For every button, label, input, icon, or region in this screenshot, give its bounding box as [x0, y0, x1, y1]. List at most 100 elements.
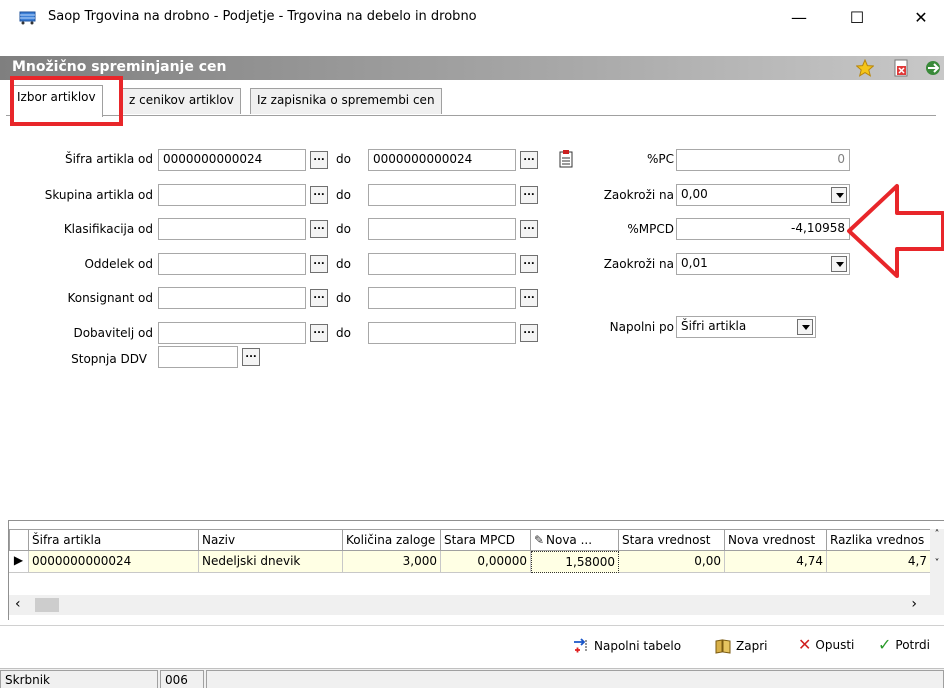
skupina-to-lookup-button[interactable]: ... — [520, 186, 538, 204]
scroll-right-icon[interactable]: › — [911, 596, 917, 612]
sifra-to-input[interactable]: 0000000000024 — [368, 149, 516, 171]
oddelek-to-input[interactable] — [368, 253, 516, 275]
sifra-to-lookup-button[interactable]: ... — [520, 151, 538, 169]
vertical-scrollbar[interactable]: ˄ ˅ — [930, 529, 944, 595]
fill-table-icon — [574, 638, 587, 653]
tab-zapisnik[interactable]: Iz zapisnika o spremembi cen — [250, 88, 442, 114]
cell-stara-mpcd[interactable]: 0,00000 — [441, 551, 531, 573]
label-pc: %PC — [646, 152, 674, 166]
scroll-thumb[interactable] — [35, 598, 59, 612]
col-header-nova-vrednost[interactable]: Nova vrednost — [725, 529, 827, 551]
col-header-razlika[interactable]: Razlika vrednos — [827, 529, 931, 551]
zaokrozi-pc-value: 0,00 — [681, 187, 708, 201]
oddelek-from-lookup-button[interactable]: ... — [310, 255, 328, 273]
pc-input[interactable]: 0 — [676, 149, 850, 171]
checkmark-icon: ✓ — [878, 635, 892, 654]
horizontal-scrollbar[interactable]: ‹ › — [9, 595, 944, 615]
cell-naziv[interactable]: Nedeljski dnevik — [199, 551, 343, 573]
stopnja-ddv-lookup-button[interactable]: ... — [242, 348, 260, 366]
dobavitelj-from-input[interactable] — [158, 322, 306, 344]
zaokrozi-mpcd-value: 0,01 — [681, 256, 708, 270]
form-header: Množično spreminjanje cen — [0, 56, 944, 80]
label-skupina-artikla: Skupina artikla od — [44, 188, 153, 202]
zapri-label: Zapri — [736, 639, 768, 653]
col-header-sifra[interactable]: Šifra artikla — [29, 529, 199, 551]
cell-sifra[interactable]: 0000000000024 — [29, 551, 199, 573]
clipboard-icon[interactable] — [558, 149, 576, 169]
opusti-button[interactable]: ✕ Opusti — [798, 637, 855, 653]
mpcd-input[interactable]: -4,10958 — [676, 218, 850, 240]
cart-app-icon — [19, 11, 36, 25]
stopnja-ddv-input[interactable] — [158, 346, 238, 368]
konsignant-to-lookup-button[interactable]: ... — [520, 289, 538, 307]
delete-document-icon[interactable] — [892, 59, 910, 77]
klasifikacija-from-lookup-button[interactable]: ... — [310, 220, 328, 238]
zapri-button[interactable]: Zapri — [714, 638, 767, 654]
close-button[interactable]: ✕ — [898, 0, 944, 34]
konsignant-from-lookup-button[interactable]: ... — [310, 289, 328, 307]
klasifikacija-to-lookup-button[interactable]: ... — [520, 220, 538, 238]
napolni-tabelo-button[interactable]: Napolni tabelo — [572, 638, 681, 654]
grid-header: Šifra artikla Naziv Količina zaloge Star… — [9, 529, 944, 551]
dobavitelj-to-lookup-button[interactable]: ... — [520, 324, 538, 342]
klasifikacija-from-input[interactable] — [158, 218, 306, 240]
maximize-button[interactable]: ☐ — [834, 0, 880, 34]
col-header-stara-mpcd[interactable]: Stara MPCD — [441, 529, 531, 551]
cell-nova[interactable]: 1,58000 — [531, 551, 619, 573]
exit-icon[interactable] — [924, 59, 942, 77]
tab-cenikov-artiklov[interactable]: z cenikov artiklov — [122, 88, 241, 114]
status-user: Skrbnik — [0, 670, 158, 688]
dobavitelj-from-lookup-button[interactable]: ... — [310, 324, 328, 342]
napolni-po-select[interactable]: Šifri artikla — [676, 316, 816, 338]
napolni-tabelo-label: Napolni tabelo — [594, 639, 682, 653]
dobavitelj-to-input[interactable] — [368, 322, 516, 344]
cell-stara-vrednost[interactable]: 0,00 — [619, 551, 725, 573]
chevron-down-icon[interactable] — [797, 319, 813, 335]
label-napolni-po: Napolni po — [609, 320, 674, 334]
sifra-from-input[interactable]: 0000000000024 — [158, 149, 306, 171]
scroll-left-icon[interactable]: ‹ — [15, 596, 21, 612]
konsignant-from-input[interactable] — [158, 287, 306, 309]
scroll-up-icon[interactable]: ˄ — [930, 529, 944, 540]
cell-kolicina[interactable]: 3,000 — [343, 551, 441, 573]
cell-razlika[interactable]: 4,7 — [827, 551, 931, 573]
zaokrozi-pc-select[interactable]: 0,00 — [676, 184, 850, 206]
label-do: do — [336, 152, 351, 166]
konsignant-to-input[interactable] — [368, 287, 516, 309]
label-zaokrozi-na: Zaokroži na — [603, 257, 674, 271]
zaokrozi-mpcd-select[interactable]: 0,01 — [676, 253, 850, 275]
oddelek-to-lookup-button[interactable]: ... — [520, 255, 538, 273]
label-do: do — [336, 188, 351, 202]
scroll-down-icon[interactable]: ˅ — [930, 558, 944, 569]
label-do: do — [336, 291, 351, 305]
label-konsignant: Konsignant od — [67, 291, 153, 305]
col-header-stara-vrednost[interactable]: Stara vrednost — [619, 529, 725, 551]
col-header-naziv[interactable]: Naziv — [199, 529, 343, 551]
label-do: do — [336, 222, 351, 236]
col-header-nova[interactable]: ✎ Nova ... — [531, 529, 619, 551]
skupina-from-lookup-button[interactable]: ... — [310, 186, 328, 204]
highlight-annotation — [10, 76, 123, 126]
label-dobavitelj: Dobavitelj od — [73, 326, 153, 340]
label-stopnja-ddv: Stopnja DDV — [71, 352, 147, 366]
col-header-nova-label: Nova ... — [546, 533, 593, 547]
potrdi-button[interactable]: ✓ Potrdi — [878, 635, 930, 654]
row-indicator-header — [9, 529, 29, 551]
star-icon[interactable] — [856, 59, 874, 77]
articles-grid: Šifra artikla Naziv Količina zaloge Star… — [8, 520, 944, 620]
label-oddelek: Oddelek od — [84, 257, 153, 271]
book-icon — [715, 639, 731, 654]
skupina-from-input[interactable] — [158, 184, 306, 206]
col-header-kolicina[interactable]: Količina zaloge — [343, 529, 441, 551]
table-row[interactable]: ▶ 0000000000024 Nedeljski dnevik 3,000 0… — [9, 551, 944, 573]
minimize-button[interactable]: — — [776, 0, 822, 34]
sifra-from-lookup-button[interactable]: ... — [310, 151, 328, 169]
label-zaokrozi-na: Zaokroži na — [603, 188, 674, 202]
label-do: do — [336, 326, 351, 340]
skupina-to-input[interactable] — [368, 184, 516, 206]
tab-strip: Izbor artiklov z cenikov artiklov Iz zap… — [6, 82, 936, 117]
oddelek-from-input[interactable] — [158, 253, 306, 275]
cell-nova-vrednost[interactable]: 4,74 — [725, 551, 827, 573]
opusti-label: Opusti — [815, 638, 855, 652]
klasifikacija-to-input[interactable] — [368, 218, 516, 240]
